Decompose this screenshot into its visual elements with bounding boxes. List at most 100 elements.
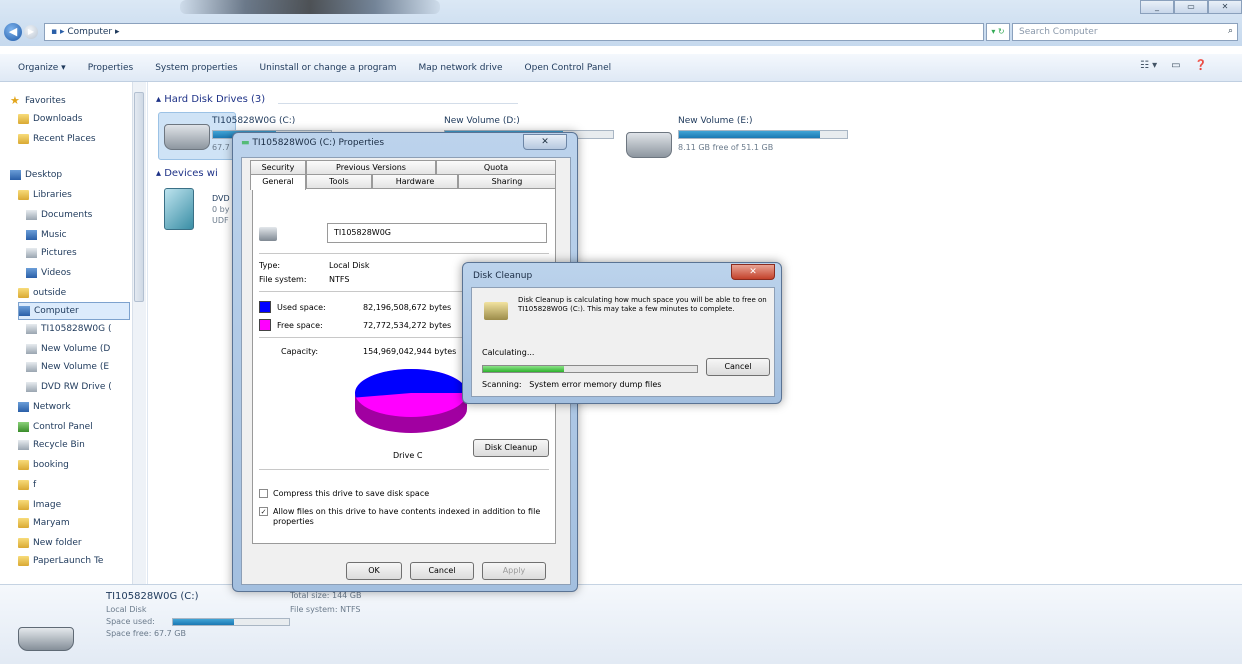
sidebar-item-new-volume-e[interactable]: New Volume (E	[26, 358, 130, 376]
system-properties-button[interactable]: System properties	[155, 63, 237, 73]
sidebar-item-downloads[interactable]: Downloads	[18, 110, 130, 128]
search-input[interactable]: Search Computer ⌕	[1012, 23, 1238, 41]
sidebar-item-label: New folder	[33, 538, 82, 548]
details-file-system: File system: NTFS	[290, 605, 361, 614]
properties-close-button[interactable]: ✕	[523, 134, 567, 150]
sidebar-item-label: New Volume (D	[41, 344, 111, 354]
map-network-drive-button[interactable]: Map network drive	[418, 63, 502, 73]
disk-cleanup-button[interactable]: Disk Cleanup	[473, 439, 549, 457]
tab-tools[interactable]: Tools	[306, 174, 372, 188]
drive-icon	[26, 362, 37, 372]
sidebar-item-label: TI105828W0G (	[41, 324, 112, 334]
disk-cleanup-title: Disk Cleanup	[473, 271, 533, 281]
help-icon[interactable]: ❓	[1195, 60, 1207, 76]
sidebar-item-favorites[interactable]: ★ Favorites	[10, 92, 130, 110]
tab-general[interactable]: General	[250, 174, 306, 190]
sidebar-item-outside[interactable]: outside	[18, 284, 130, 302]
tab-previous-versions[interactable]: Previous Versions	[306, 160, 436, 174]
separator	[259, 253, 549, 254]
sidebar-item-recycle-bin[interactable]: Recycle Bin	[18, 436, 130, 454]
back-button[interactable]: ◀	[4, 23, 22, 41]
sidebar-item-computer[interactable]: Computer	[18, 302, 130, 320]
tab-hardware[interactable]: Hardware	[372, 174, 458, 188]
dvd-name[interactable]: DVD	[212, 194, 230, 203]
refresh-button[interactable]: ▾ ↻	[986, 23, 1010, 41]
sidebar-item-ti105828w0g[interactable]: TI105828W0G (	[26, 320, 130, 338]
control-panel-icon	[18, 422, 29, 432]
sidebar-item-maryam[interactable]: Maryam	[18, 514, 130, 532]
sidebar-item-videos[interactable]: Videos	[26, 264, 130, 282]
hard-disk-drives-header[interactable]: ▴ Hard Disk Drives (3)	[156, 94, 265, 105]
drive-d-name[interactable]: New Volume (D:)	[444, 116, 520, 126]
sidebar-item-music[interactable]: Music	[26, 226, 130, 244]
properties-button[interactable]: Properties	[88, 63, 133, 73]
sidebar-item-booking[interactable]: booking	[18, 456, 130, 474]
used-space-swatch	[259, 301, 271, 313]
folder-icon	[18, 556, 29, 566]
devices-header[interactable]: ▴ Devices wi	[156, 168, 218, 179]
drive-c-name[interactable]: TI105828W0G (C:)	[212, 116, 295, 126]
folder-icon	[18, 134, 29, 144]
volume-label-input[interactable]: TI105828W0G	[327, 223, 547, 243]
sidebar-item-new-volume-d[interactable]: New Volume (D	[26, 340, 130, 358]
network-icon	[18, 402, 29, 412]
apply-button[interactable]: Apply	[482, 562, 546, 580]
tab-quota[interactable]: Quota	[436, 160, 556, 174]
progress-bar	[482, 365, 698, 373]
computer-icon	[19, 306, 30, 316]
close-button[interactable]: ✕	[1208, 0, 1242, 14]
ok-button[interactable]: OK	[346, 562, 402, 580]
drive-caption: Drive C	[393, 451, 423, 460]
tab-security[interactable]: Security	[250, 160, 306, 174]
drive-e-usage-bar	[678, 130, 848, 139]
drive-e-name[interactable]: New Volume (E:)	[678, 116, 753, 126]
dvd-icon	[26, 382, 37, 392]
address-path: Computer	[67, 27, 113, 37]
sidebar-item-paperlaunch-te[interactable]: PaperLaunch Te	[18, 552, 130, 570]
search-icon: ⌕	[1227, 26, 1233, 36]
sidebar-item-recent-places[interactable]: Recent Places	[18, 130, 130, 148]
sidebar-item-libraries[interactable]: Libraries	[18, 186, 130, 204]
disk-cleanup-close-button[interactable]: ✕	[731, 264, 775, 280]
index-checkbox[interactable]: ✓	[259, 507, 268, 516]
properties-title: ▬ TI105828W0G (C:) Properties	[241, 138, 384, 148]
sidebar-item-control-panel[interactable]: Control Panel	[18, 418, 130, 436]
preview-pane-icon[interactable]: ▭	[1171, 60, 1180, 76]
address-bar[interactable]: ▪ ▸ Computer ▸	[44, 23, 984, 41]
sidebar-item-documents[interactable]: Documents	[26, 206, 130, 224]
forward-button[interactable]: ▶	[24, 25, 38, 39]
folder-icon	[18, 518, 29, 528]
drive-icon	[26, 344, 37, 354]
hdd-header-label: Hard Disk Drives (3)	[164, 94, 266, 105]
change-view-icon[interactable]: ☷ ▾	[1140, 60, 1157, 76]
sidebar-item-label: Videos	[41, 268, 71, 278]
open-control-panel-button[interactable]: Open Control Panel	[525, 63, 612, 73]
compress-checkbox[interactable]	[259, 489, 268, 498]
sidebar-item-label: Image	[33, 500, 62, 510]
sidebar-item-dvd-rw-drive[interactable]: DVD RW Drive (	[26, 378, 130, 396]
sidebar-item-label: Recycle Bin	[33, 440, 85, 450]
maximize-button[interactable]: ▭	[1174, 0, 1208, 14]
collapse-icon: ▴	[156, 168, 165, 179]
sidebar-item-new-folder[interactable]: New folder	[18, 534, 130, 552]
dvd-size: 0 by	[212, 205, 230, 214]
drive-icon: ▬	[241, 138, 253, 148]
cancel-button[interactable]: Cancel	[410, 562, 474, 580]
sidebar-item-f[interactable]: f	[18, 476, 130, 494]
sidebar-item-pictures[interactable]: Pictures	[26, 244, 130, 262]
pictures-icon	[26, 248, 37, 258]
sidebar-item-desktop[interactable]: Desktop	[10, 166, 130, 184]
organize-button[interactable]: Organize ▾	[18, 63, 66, 73]
drive-icon	[26, 324, 37, 334]
view-controls: ☷ ▾ ▭ ❓	[1140, 60, 1240, 76]
disk-cleanup-dialog: Disk Cleanup ✕ Disk Cleanup is calculati…	[462, 262, 782, 404]
tab-sharing[interactable]: Sharing	[458, 174, 556, 188]
music-icon	[26, 230, 37, 240]
uninstall-button[interactable]: Uninstall or change a program	[260, 63, 397, 73]
sidebar-item-image[interactable]: Image	[18, 496, 130, 514]
nav-scrollbar-thumb[interactable]	[134, 92, 144, 302]
group-divider	[278, 103, 518, 104]
sidebar-item-network[interactable]: Network	[18, 398, 130, 416]
cleanup-cancel-button[interactable]: Cancel	[706, 358, 770, 376]
minimize-button[interactable]: _	[1140, 0, 1174, 14]
